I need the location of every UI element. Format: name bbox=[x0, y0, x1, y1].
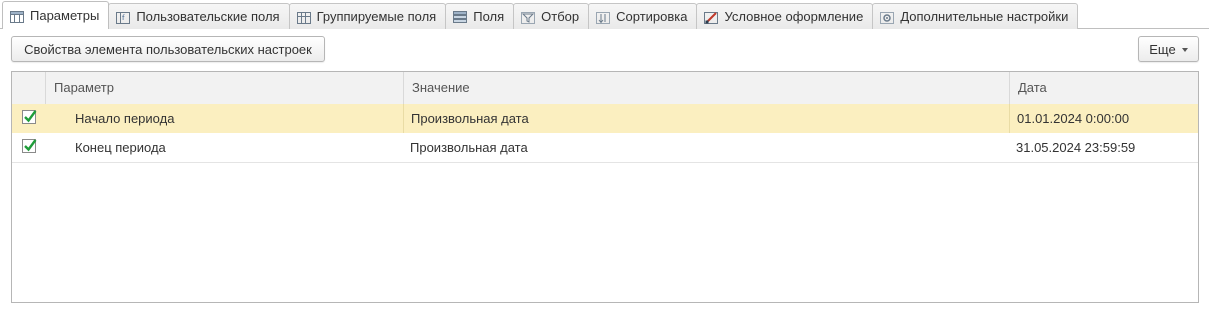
column-header-parameter[interactable]: Параметр bbox=[45, 72, 403, 104]
tab-label: Группируемые поля bbox=[316, 9, 437, 24]
filter-icon bbox=[520, 9, 536, 25]
checkmark-icon bbox=[24, 139, 37, 152]
tab-grouping-fields[interactable]: Группируемые поля bbox=[288, 3, 447, 29]
grouping-fields-icon bbox=[296, 9, 312, 25]
user-settings-item-properties-button[interactable]: Свойства элемента пользовательских настр… bbox=[11, 36, 325, 62]
column-header-check[interactable] bbox=[12, 72, 45, 104]
custom-fields-icon: f bbox=[115, 9, 131, 25]
conditional-format-icon bbox=[703, 9, 719, 25]
tab-label: Дополнительные настройки bbox=[900, 9, 1069, 24]
more-menu-button[interactable]: Еще bbox=[1138, 36, 1199, 62]
parameter-cell[interactable]: Конец периода bbox=[45, 133, 403, 162]
date-cell[interactable]: 31.05.2024 23:59:59 bbox=[1009, 133, 1198, 162]
value-cell[interactable]: Произвольная дата bbox=[403, 133, 1009, 162]
tab-label: Условное оформление bbox=[724, 9, 864, 24]
tab-additional-settings[interactable]: Дополнительные настройки bbox=[872, 3, 1079, 29]
column-header-date[interactable]: Дата bbox=[1009, 72, 1198, 104]
check-cell bbox=[12, 133, 45, 162]
parameter-cell[interactable]: Начало периода bbox=[45, 104, 403, 133]
tab-label: Поля bbox=[473, 9, 505, 24]
button-label: Еще bbox=[1149, 41, 1176, 57]
button-label: Свойства элемента пользовательских настр… bbox=[24, 41, 312, 57]
additional-settings-icon bbox=[879, 9, 895, 25]
use-checkbox[interactable] bbox=[22, 139, 37, 153]
value-cell[interactable]: Произвольная дата bbox=[403, 104, 1009, 133]
tab-label: Пользовательские поля bbox=[136, 9, 280, 24]
sort-icon bbox=[595, 9, 611, 25]
settings-tabs: Параметры f Пользовательские поля Группи… bbox=[0, 0, 1209, 29]
table-row[interactable]: Конец периода Произвольная дата 31.05.20… bbox=[12, 133, 1198, 163]
chevron-down-icon bbox=[1181, 47, 1188, 52]
check-cell bbox=[12, 104, 45, 133]
fields-icon bbox=[452, 9, 468, 25]
svg-text:f: f bbox=[122, 14, 125, 22]
parameters-icon bbox=[9, 8, 25, 24]
tab-sort[interactable]: Сортировка bbox=[588, 3, 698, 29]
tab-label: Сортировка bbox=[616, 9, 688, 24]
tab-custom-fields[interactable]: f Пользовательские поля bbox=[108, 3, 290, 29]
column-header-value[interactable]: Значение bbox=[403, 72, 1009, 104]
tab-filter[interactable]: Отбор bbox=[513, 3, 590, 29]
tab-label: Параметры bbox=[30, 8, 100, 23]
tab-parameters[interactable]: Параметры bbox=[2, 1, 110, 29]
table-header: Параметр Значение Дата bbox=[12, 72, 1198, 105]
table-row[interactable]: Начало периода Произвольная дата 01.01.2… bbox=[12, 104, 1198, 134]
date-cell[interactable]: 01.01.2024 0:00:00 bbox=[1009, 104, 1198, 133]
use-checkbox[interactable] bbox=[22, 110, 37, 124]
parameters-table: Параметр Значение Дата Начало периода Пр… bbox=[11, 71, 1199, 303]
tab-conditional-format[interactable]: Условное оформление bbox=[696, 3, 874, 29]
checkmark-icon bbox=[24, 110, 37, 123]
tab-label: Отбор bbox=[541, 9, 580, 24]
tab-fields[interactable]: Поля bbox=[445, 3, 515, 29]
